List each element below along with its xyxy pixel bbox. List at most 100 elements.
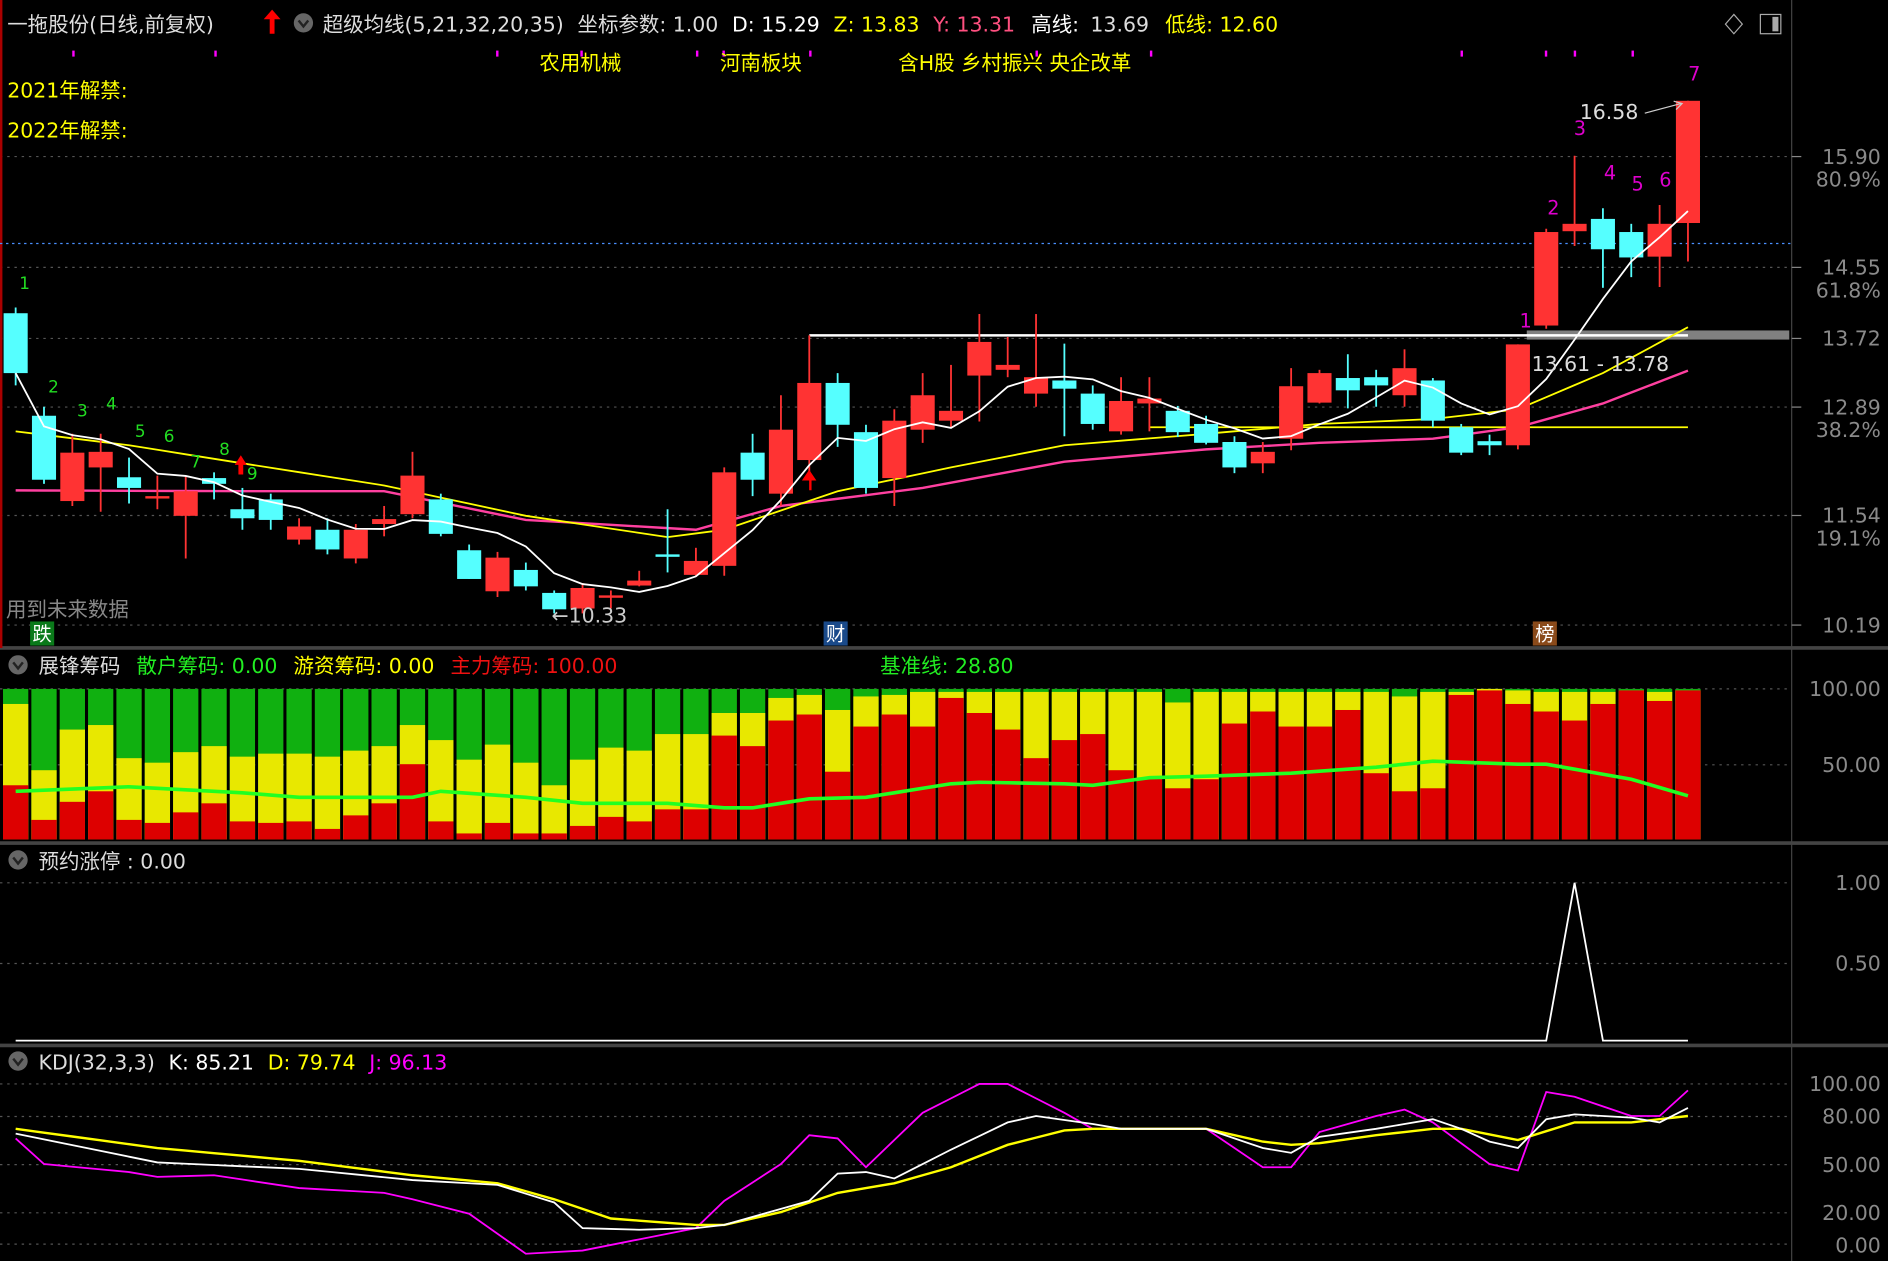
candle[interactable]	[1505, 344, 1530, 450]
badge-die[interactable]: 跌	[30, 621, 55, 646]
axis-label: 50.00	[1822, 753, 1881, 777]
candle-body	[1364, 377, 1389, 386]
candle[interactable]	[428, 493, 453, 537]
candle-body	[740, 452, 765, 480]
collapse-toggle-icon[interactable]	[8, 850, 28, 870]
kdj-header: KDJ(32,3,3) K: 85.21 D: 79.74 J: 96.13	[39, 1050, 448, 1074]
stock-title: 一拖股份(日线,前复权)	[7, 12, 214, 36]
chip-bar	[88, 688, 114, 840]
price-axis-value: 12.89	[1822, 395, 1881, 419]
candle-body	[400, 475, 425, 515]
candle-body	[1675, 100, 1700, 224]
chip-bar	[966, 688, 992, 840]
axis-label: 100.00	[1809, 1072, 1881, 1096]
stock-chart[interactable]: 一拖股份(日线,前复权) 超级均线(5,21,32,20,35) 坐标参数: 1…	[0, 0, 1888, 1261]
candle-body	[1052, 380, 1077, 389]
tag-sector[interactable]: 农用机械	[539, 51, 621, 75]
low-line-value: 低线: 12.60	[1165, 12, 1278, 36]
chip-main-segment	[654, 809, 681, 840]
candle-body	[1449, 427, 1474, 453]
chip-bar	[201, 688, 227, 840]
candle-body	[315, 529, 340, 550]
chip-main-segment	[314, 828, 341, 840]
candle[interactable]	[1534, 228, 1559, 329]
marker-tick	[496, 50, 499, 57]
chip-bar	[229, 688, 256, 840]
magenta-count: 7	[1688, 63, 1700, 86]
collapse-toggle-icon[interactable]	[8, 655, 28, 675]
candle[interactable]	[1449, 423, 1474, 456]
high-price-mark: 16.58	[1580, 100, 1639, 124]
chip-main-segment	[343, 815, 369, 840]
candle-body	[797, 382, 822, 461]
candle-body	[372, 519, 397, 525]
kdj-d: D: 79.74	[268, 1050, 356, 1074]
limit-panel-name[interactable]: 预约涨停 : 0.00	[39, 849, 186, 873]
chip-main-segment	[1646, 700, 1673, 840]
candle[interactable]	[485, 551, 510, 598]
indicator-name[interactable]: 超级均线(5,21,32,20,35)	[323, 12, 564, 36]
candle[interactable]	[853, 424, 879, 494]
candle-body	[343, 529, 368, 559]
chip-bar	[796, 688, 822, 840]
candle-body	[145, 496, 170, 499]
chip-main-segment	[1420, 788, 1446, 840]
badge-label: 跌	[33, 623, 52, 646]
price-axis-value: 13.72	[1822, 327, 1881, 351]
badge-bang[interactable]: 榜	[1532, 621, 1557, 646]
tag-region[interactable]: 河南板块	[720, 51, 802, 75]
marker-tick	[1149, 50, 1153, 57]
collapse-toggle-icon[interactable]	[8, 1051, 28, 1071]
price-axis-value: 11.54	[1822, 504, 1881, 528]
chip-bar	[853, 688, 879, 840]
price-axis-value: 10.19	[1822, 613, 1881, 637]
chip-main-segment	[1306, 726, 1333, 840]
chip-bar	[1080, 688, 1106, 840]
chip-bar	[1590, 688, 1616, 840]
coord-param: 坐标参数: 1.00	[577, 12, 718, 36]
green-count: 4	[106, 393, 117, 413]
axis-label: 20.00	[1822, 1201, 1881, 1225]
chip-bar	[116, 688, 142, 840]
collapse-toggle-icon[interactable]	[293, 13, 314, 33]
magenta-count: 1	[1520, 310, 1532, 333]
marker-tick	[809, 50, 812, 57]
chip-main-segment	[229, 821, 256, 840]
price-axis-percent: 38.2%	[1816, 418, 1881, 442]
candle-body	[1080, 393, 1105, 424]
magenta-count: 2	[1547, 196, 1559, 219]
chip-bar	[824, 688, 851, 840]
candle-body	[428, 499, 453, 534]
candle-body	[230, 509, 255, 519]
green-count: 6	[164, 426, 175, 446]
chip-bar	[456, 688, 482, 840]
chip-bar	[286, 688, 312, 840]
chip-main-segment	[853, 726, 879, 840]
chip-bar	[1278, 688, 1304, 840]
candle[interactable]	[1307, 369, 1332, 404]
candle-body	[627, 580, 652, 586]
chip-panel-header: 展锋筹码 散户筹码: 0.00 游资筹码: 0.00 主力筹码: 100.00	[39, 654, 618, 678]
chip-main-segment	[399, 764, 426, 840]
candle[interactable]	[31, 406, 57, 484]
badge-label: 财	[826, 623, 845, 646]
chip-bar	[1335, 688, 1361, 840]
chip-main-segment	[1335, 709, 1361, 840]
low-price-mark: ←10.33	[551, 604, 627, 628]
chip-main-segment	[173, 812, 199, 840]
chip-panel-name[interactable]: 展锋筹码	[39, 654, 121, 678]
price-axis-percent: 61.8%	[1816, 278, 1881, 302]
tag-concepts[interactable]: 含H股 乡村振兴 央企改革	[898, 51, 1131, 75]
kdj-name[interactable]: KDJ(32,3,3)	[39, 1050, 155, 1074]
green-count: 9	[247, 463, 258, 483]
badge-cai[interactable]: 财	[823, 621, 848, 646]
future-data-note: 用到未来数据	[6, 598, 129, 622]
marker-tick	[1573, 50, 1577, 57]
chip-bar	[1420, 688, 1446, 840]
chip-main-segment	[1023, 758, 1049, 840]
candle[interactable]	[343, 524, 368, 564]
candle-body	[173, 491, 198, 516]
main-force-chips: 主力筹码: 100.00	[451, 654, 618, 678]
chip-bar	[1108, 688, 1134, 840]
green-count: 2	[48, 377, 59, 397]
